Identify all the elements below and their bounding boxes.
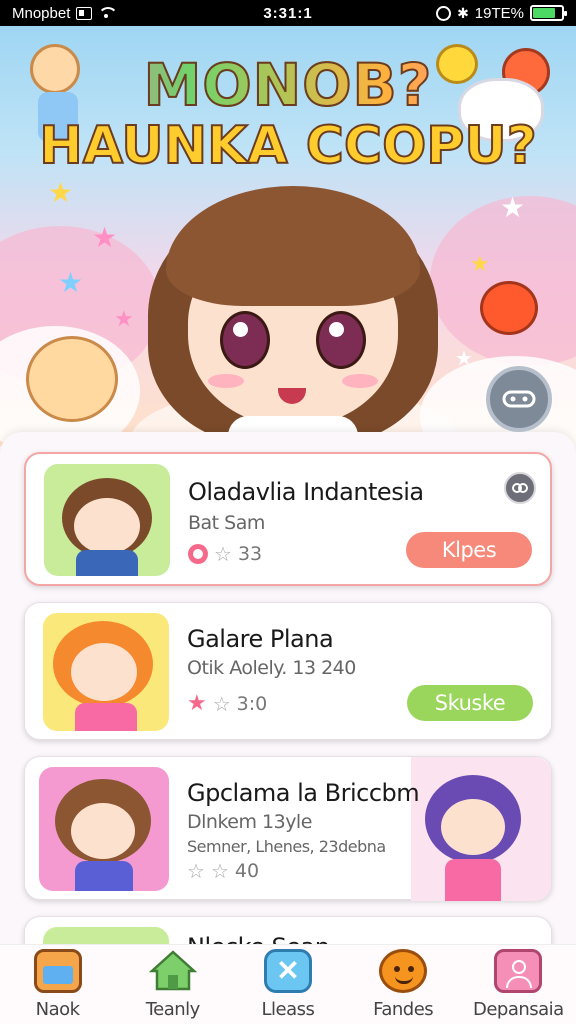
rating-value: 3:0 (236, 692, 268, 715)
star-outline-icon: ☆ (214, 542, 232, 566)
app-card[interactable]: Oladavlia Indantesia Bat Sam ☆ 33 Klpes (24, 452, 552, 586)
hero-title-line2: HAUNKA CCOPU? (38, 116, 538, 176)
star-icon: ★ (114, 306, 134, 331)
app-thumbnail (44, 464, 170, 576)
nav-item-depansaia[interactable]: Depansaia (463, 949, 573, 1020)
nav-item-teanly[interactable]: Teanly (118, 949, 228, 1020)
app-title: Galare Plana (187, 625, 334, 653)
gamepad-button[interactable] (486, 366, 552, 432)
nav-label: Fandes (373, 999, 434, 1020)
shop-icon (33, 949, 82, 993)
star-outline-icon: ☆ (187, 859, 205, 883)
app-title: Gpclama la Briccbm (187, 779, 420, 807)
gamepad-icon (502, 390, 536, 408)
action-button[interactable]: Klpes (406, 532, 532, 568)
star-icon: ★ (58, 267, 84, 298)
battery-icon (530, 5, 567, 21)
app-card[interactable]: Galare Plana Otik Aolely. 13 240 ★ ☆ 3:0… (24, 602, 552, 740)
nav-label: Naok (35, 999, 80, 1020)
mascot-orange-icon (480, 281, 538, 335)
nav-label: Lleass (261, 999, 315, 1020)
star-icon: ★ (92, 222, 118, 253)
app-thumbnail (43, 613, 169, 731)
star-icon: ★ (48, 177, 74, 208)
more-options-button[interactable] (504, 472, 536, 504)
rating-value: 40 (234, 860, 260, 882)
app-title: Oladavlia Indantesia (188, 478, 424, 506)
app-card[interactable]: Gpclama la Briccbm Dlnkem 13yle Semner, … (24, 756, 552, 901)
nav-label: Teanly (145, 999, 201, 1020)
bluetooth-icon: ✱ (457, 4, 469, 21)
link-icon (512, 483, 528, 493)
hero-character (148, 176, 438, 446)
nav-item-fandes[interactable]: Fandes (348, 949, 458, 1020)
hero-title: MONOB? HAUNKA CCOPU? (0, 55, 576, 176)
app-rating: ☆ ☆ 40 (187, 859, 259, 883)
app-rating: ☆ 33 (188, 542, 262, 566)
app-thumbnail (39, 767, 169, 891)
status-bar: Mnopbet 3:31:1 ✱ 19TE% (0, 0, 576, 26)
app-subtitle: Dlnkem 13yle (187, 811, 312, 833)
featured-character-art (411, 757, 551, 901)
battery-percent: 19TE% (474, 4, 524, 22)
nav-item-lleass[interactable]: ✕ Lleass (233, 949, 343, 1020)
hero-title-line1: MONOB? (0, 55, 576, 115)
nav-item-naok[interactable]: Naok (3, 949, 113, 1020)
heart-icon (188, 544, 208, 564)
star-icon: ★ (470, 251, 490, 276)
carrier-name: Mnopbet (12, 4, 71, 22)
star-outline-icon: ☆ (210, 859, 229, 883)
rating-value: 33 (237, 543, 263, 565)
star-icon: ★ (500, 192, 526, 223)
star-outline-icon: ☆ (212, 691, 231, 716)
smiley-icon (379, 949, 428, 993)
clock: 3:31:1 (263, 4, 313, 22)
app-description: Semner, Lhenes, 23debna (187, 837, 386, 856)
app-list-panel: Oladavlia Indantesia Bat Sam ☆ 33 Klpes … (0, 432, 576, 976)
profile-icon (494, 949, 543, 993)
sync-icon (436, 5, 452, 21)
nav-label: Depansaia (472, 999, 564, 1020)
action-button[interactable]: Skuske (407, 685, 533, 721)
app-subtitle: Bat Sam (188, 512, 265, 534)
sim-icon (76, 6, 93, 20)
wifi-icon (98, 7, 119, 19)
close-icon: ✕ (263, 949, 312, 993)
app-rating: ★ ☆ 3:0 (187, 691, 267, 716)
app-subtitle: Otik Aolely. 13 240 (187, 657, 356, 679)
bottom-navigation: Naok Teanly ✕ Lleass Fandes Depansaia (0, 944, 576, 1024)
star-icon: ★ (455, 348, 473, 370)
mascot-cookie-icon (26, 336, 118, 422)
star-filled-icon: ★ (187, 691, 207, 716)
home-icon (148, 950, 197, 991)
